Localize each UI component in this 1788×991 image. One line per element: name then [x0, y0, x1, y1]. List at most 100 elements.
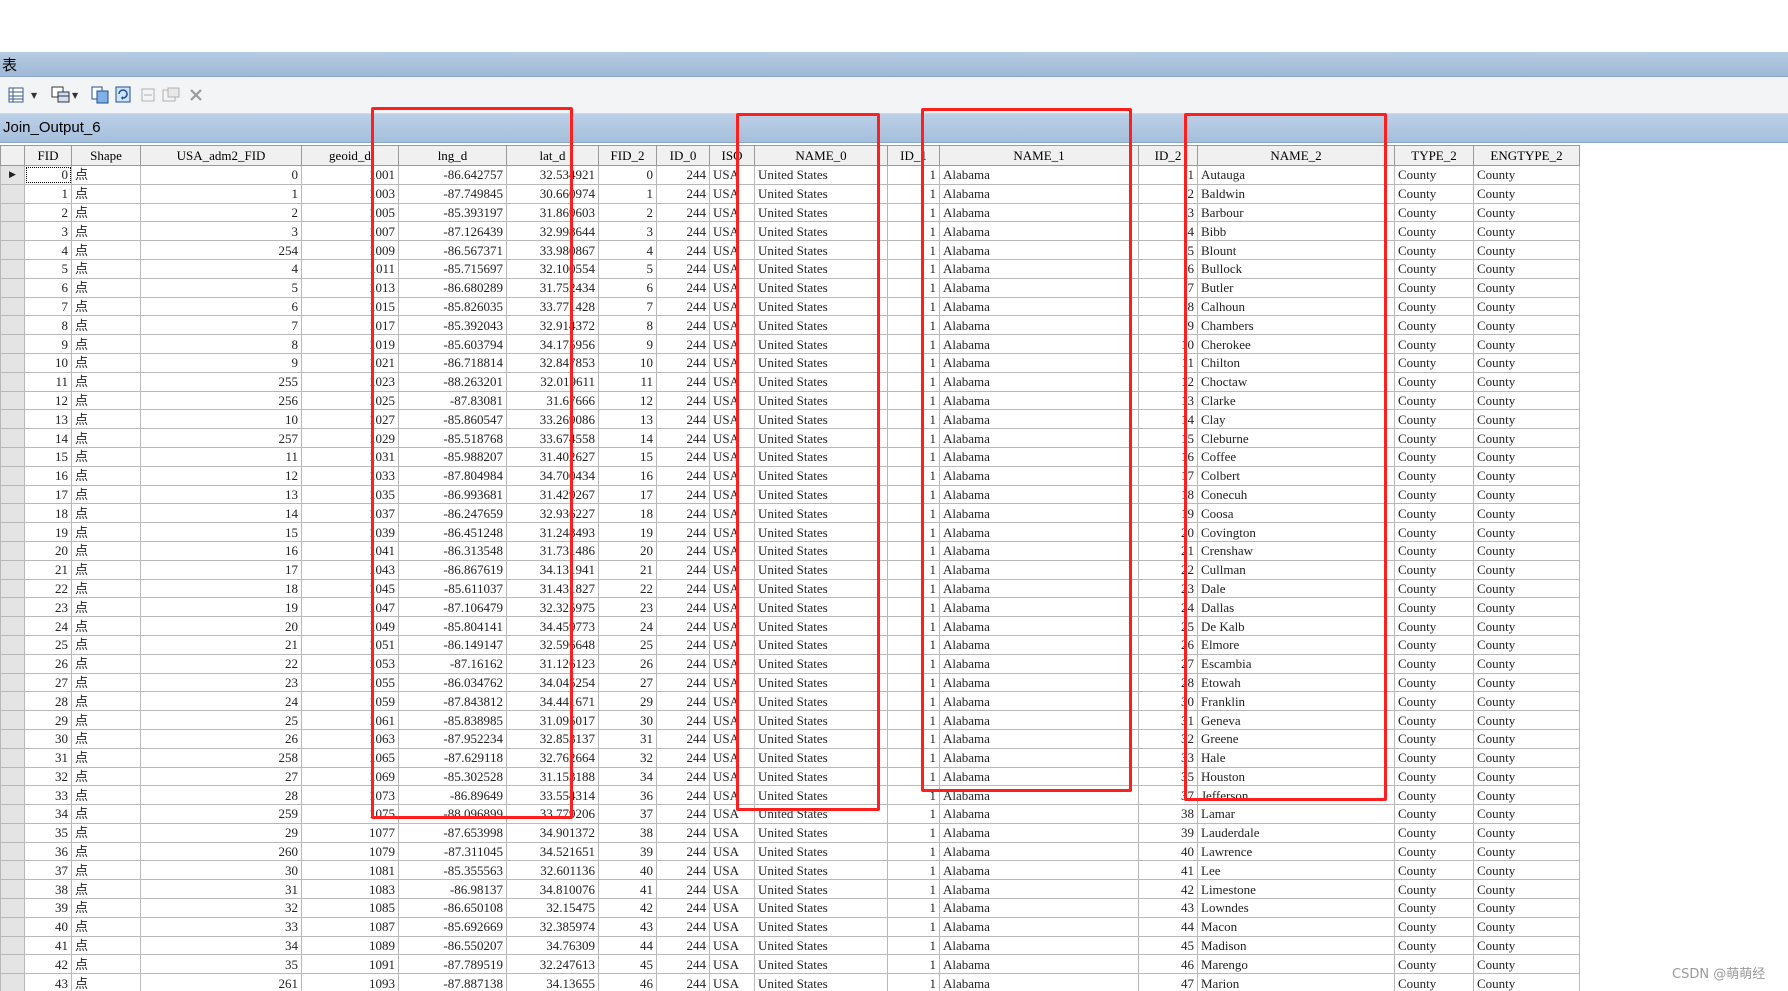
table-row[interactable]: 7 点 6 1015 -85.826035 33.771428 7 244 USA United … — [0, 296, 1580, 317]
cell-engtype-2[interactable]: County — [1473, 296, 1580, 317]
cell-id-1[interactable]: 1 — [887, 277, 940, 298]
cell-id-1[interactable]: 1 — [887, 183, 940, 204]
cell-id-2[interactable]: 21 — [1138, 540, 1198, 561]
cell-usa-adm2-fid[interactable]: 25 — [140, 710, 302, 730]
cell-name-1[interactable]: Alabama — [939, 973, 1139, 991]
cell-usa-adm2-fid[interactable]: 1 — [140, 183, 302, 204]
cell-name-0[interactable]: United States — [754, 446, 888, 467]
cell-name-1[interactable]: Alabama — [939, 616, 1139, 636]
cell-id-0[interactable]: 244 — [656, 766, 710, 787]
cell-id-2[interactable]: 42 — [1138, 879, 1198, 900]
row-selector[interactable] — [0, 540, 25, 561]
cell-geoid-d[interactable]: 1027 — [301, 409, 399, 430]
cell-usa-adm2-fid[interactable]: 12 — [140, 465, 302, 486]
cell-name-1[interactable]: Alabama — [939, 653, 1139, 674]
cell-fid[interactable]: 16 — [24, 465, 72, 486]
cell-name-2[interactable]: Cleburne — [1197, 428, 1395, 448]
cell-id-2[interactable]: 6 — [1138, 258, 1198, 279]
table-row[interactable]: 39 点 32 1085 -86.650108 32.15475 42 244 USA Unite… — [0, 898, 1580, 918]
select-by-attributes-button[interactable] — [89, 84, 111, 106]
cell-name-1[interactable]: Alabama — [939, 371, 1139, 392]
cell-shape[interactable]: 点 — [71, 728, 141, 749]
cell-id-0[interactable]: 244 — [656, 465, 710, 486]
column-header-lng-d[interactable]: lng_d — [398, 145, 507, 166]
table-row[interactable]: 26 点 22 1053 -87.16162 31.126123 26 244 USA Unite… — [0, 653, 1580, 674]
cell-shape[interactable]: 点 — [71, 240, 141, 260]
cell-id-0[interactable]: 244 — [656, 165, 710, 185]
cell-type-2[interactable]: County — [1394, 202, 1474, 223]
cell-name-1[interactable]: Alabama — [939, 841, 1139, 862]
cell-lat-d[interactable]: 31.869603 — [506, 202, 599, 223]
column-header-engtype-2[interactable]: ENGTYPE_2 — [1473, 145, 1580, 166]
table-row[interactable]: 30 点 26 1063 -87.952234 32.853137 31 244 USA Unit… — [0, 728, 1580, 749]
cell-iso[interactable]: USA — [709, 240, 755, 260]
cell-shape[interactable]: 点 — [71, 390, 141, 411]
cell-usa-adm2-fid[interactable]: 5 — [140, 277, 302, 298]
cell-geoid-d[interactable]: 1075 — [301, 804, 399, 824]
cell-lng-d[interactable]: -86.313548 — [398, 540, 507, 561]
cell-lng-d[interactable]: -86.718814 — [398, 352, 507, 373]
cell-id-2[interactable]: 9 — [1138, 315, 1198, 336]
cell-id-2[interactable]: 4 — [1138, 221, 1198, 242]
column-header-name-0[interactable]: NAME_0 — [754, 145, 888, 166]
cell-usa-adm2-fid[interactable]: 259 — [140, 804, 302, 824]
cell-fid-2[interactable]: 2 — [598, 202, 657, 223]
cell-name-1[interactable]: Alabama — [939, 183, 1139, 204]
cell-engtype-2[interactable]: County — [1473, 202, 1580, 223]
cell-lng-d[interactable]: -87.749845 — [398, 183, 507, 204]
column-header-shape[interactable]: Shape — [71, 145, 141, 166]
cell-geoid-d[interactable]: 1015 — [301, 296, 399, 317]
cell-name-0[interactable]: United States — [754, 860, 888, 881]
cell-engtype-2[interactable]: County — [1473, 183, 1580, 204]
cell-engtype-2[interactable]: County — [1473, 409, 1580, 430]
cell-name-1[interactable]: Alabama — [939, 503, 1139, 524]
cell-name-1[interactable]: Alabama — [939, 634, 1139, 655]
cell-usa-adm2-fid[interactable]: 15 — [140, 522, 302, 542]
cell-id-1[interactable]: 1 — [887, 597, 940, 618]
cell-engtype-2[interactable]: County — [1473, 860, 1580, 881]
cell-shape[interactable]: 点 — [71, 277, 141, 298]
column-header-usa-adm2-fid[interactable]: USA_adm2_FID — [140, 145, 302, 166]
cell-engtype-2[interactable]: County — [1473, 841, 1580, 862]
cell-fid[interactable]: 34 — [24, 804, 72, 824]
cell-id-1[interactable]: 1 — [887, 315, 940, 336]
cell-geoid-d[interactable]: 1073 — [301, 785, 399, 806]
row-selector[interactable] — [0, 616, 25, 636]
cell-usa-adm2-fid[interactable]: 20 — [140, 616, 302, 636]
cell-fid-2[interactable]: 21 — [598, 559, 657, 580]
cell-geoid-d[interactable]: 1021 — [301, 352, 399, 373]
cell-name-2[interactable]: Hale — [1197, 747, 1395, 768]
table-row[interactable]: 13 点 10 1027 -85.860547 33.269086 13 244 USA Unit… — [0, 409, 1580, 430]
cell-engtype-2[interactable]: County — [1473, 973, 1580, 991]
cell-id-0[interactable]: 244 — [656, 202, 710, 223]
cell-name-1[interactable]: Alabama — [939, 691, 1139, 712]
cell-iso[interactable]: USA — [709, 935, 755, 956]
cell-iso[interactable]: USA — [709, 634, 755, 655]
cell-name-1[interactable]: Alabama — [939, 221, 1139, 242]
cell-usa-adm2-fid[interactable]: 0 — [140, 165, 302, 185]
row-selector[interactable] — [0, 296, 25, 317]
cell-id-1[interactable]: 1 — [887, 390, 940, 411]
cell-type-2[interactable]: County — [1394, 766, 1474, 787]
cell-id-1[interactable]: 1 — [887, 428, 940, 448]
cell-fid-2[interactable]: 30 — [598, 710, 657, 730]
cell-type-2[interactable]: County — [1394, 634, 1474, 655]
table-row[interactable]: 1 点 1 1003 -87.749845 30.660974 1 244 USA United … — [0, 183, 1580, 204]
cell-engtype-2[interactable]: County — [1473, 578, 1580, 599]
cell-id-1[interactable]: 1 — [887, 653, 940, 674]
table-row[interactable]: 9 点 8 1019 -85.603794 34.175956 9 244 USA United … — [0, 334, 1580, 354]
cell-shape[interactable]: 点 — [71, 973, 141, 991]
cell-name-1[interactable]: Alabama — [939, 446, 1139, 467]
cell-type-2[interactable]: County — [1394, 728, 1474, 749]
cell-geoid-d[interactable]: 1093 — [301, 973, 399, 991]
cell-lat-d[interactable]: 34.810076 — [506, 879, 599, 900]
cell-fid[interactable]: 9 — [24, 334, 72, 354]
cell-fid[interactable]: 36 — [24, 841, 72, 862]
cell-iso[interactable]: USA — [709, 258, 755, 279]
cell-usa-adm2-fid[interactable]: 27 — [140, 766, 302, 787]
cell-fid-2[interactable]: 5 — [598, 258, 657, 279]
column-header-fid-2[interactable]: FID_2 — [598, 145, 657, 166]
row-selector[interactable] — [0, 352, 25, 373]
cell-geoid-d[interactable]: 1089 — [301, 935, 399, 956]
row-selector[interactable] — [0, 428, 25, 448]
